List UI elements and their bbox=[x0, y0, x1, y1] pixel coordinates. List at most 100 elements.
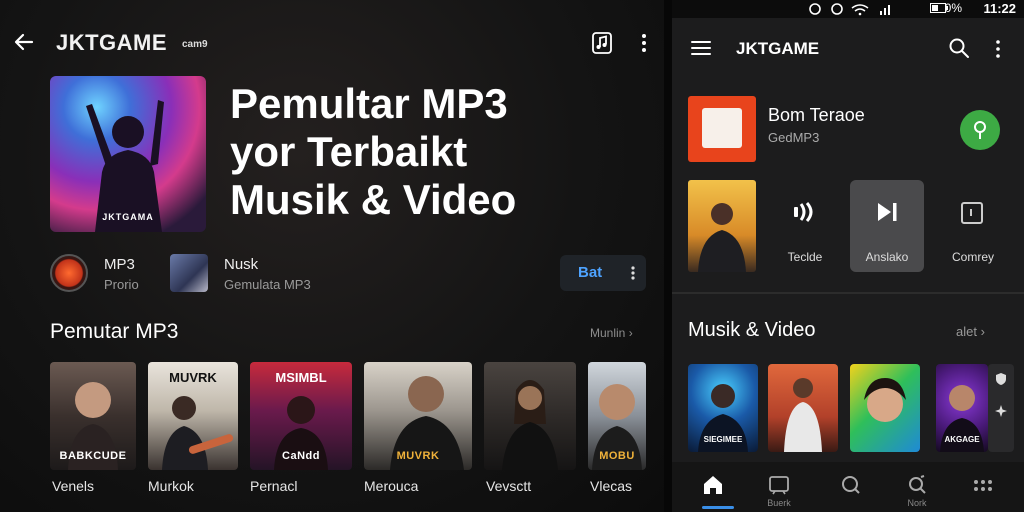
card-label-1[interactable]: Venels bbox=[52, 478, 94, 494]
album-card-3[interactable]: MSIMBL CaNdd bbox=[250, 362, 352, 470]
side-action-rail bbox=[988, 364, 1014, 452]
back-arrow-icon[interactable] bbox=[12, 30, 36, 54]
album-card-3-top-title: MSIMBL bbox=[275, 370, 327, 385]
mp3-source-logo[interactable] bbox=[50, 254, 88, 292]
section-more-link[interactable]: Munlin › bbox=[590, 326, 633, 340]
video-face-icon bbox=[864, 378, 906, 422]
nav-home[interactable] bbox=[678, 462, 748, 512]
album-card-6-title: MOBU bbox=[599, 450, 635, 462]
section-more-label[interactable]: Munlin bbox=[590, 326, 625, 340]
album-card-1[interactable]: BABKCUDE bbox=[50, 362, 136, 470]
home-icon bbox=[704, 476, 722, 494]
mic-button[interactable] bbox=[960, 110, 1000, 150]
source-label-music[interactable]: Nusk bbox=[224, 256, 258, 273]
album-card-2[interactable]: MUVRK bbox=[148, 362, 238, 470]
album-card-6[interactable]: MOBU bbox=[588, 362, 646, 470]
card-label-2[interactable]: Murkok bbox=[148, 478, 194, 494]
video-card-2[interactable] bbox=[768, 364, 838, 452]
sparkle-icon[interactable] bbox=[994, 404, 1008, 418]
album-person-icon bbox=[698, 203, 746, 272]
shield-icon[interactable] bbox=[994, 372, 1008, 386]
bottom-nav: Buerk Nork bbox=[672, 462, 1024, 512]
nav-active-indicator bbox=[702, 506, 734, 509]
source-label-mp3[interactable]: MP3 bbox=[104, 256, 135, 273]
source-sub-mp3: Prorio bbox=[104, 277, 139, 292]
search-icon[interactable] bbox=[948, 37, 970, 59]
hero-title-line-2: yor Terbaikt bbox=[230, 128, 468, 175]
more-grid-icon bbox=[974, 480, 992, 491]
now-playing-cover[interactable] bbox=[688, 96, 756, 162]
current-album-art[interactable] bbox=[688, 180, 756, 272]
section-title-mp3: Pemutar MP3 bbox=[50, 320, 179, 343]
panel-divider bbox=[664, 0, 672, 512]
mobile-separator bbox=[672, 292, 1024, 294]
app-subtitle: cam9 bbox=[182, 39, 208, 50]
nav-library-label: Buerk bbox=[767, 498, 791, 508]
album-card-4-title: MUVRK bbox=[396, 450, 440, 462]
video-card-1-title: SIEGIMEE bbox=[703, 435, 743, 444]
card-label-3[interactable]: Pernacl bbox=[250, 478, 297, 494]
hamburger-menu-icon[interactable] bbox=[690, 39, 712, 57]
video-card-3[interactable] bbox=[850, 364, 920, 452]
hero-album-art[interactable]: JKTGAMA bbox=[50, 76, 206, 232]
hero-art-caption: JKTGAMA bbox=[102, 212, 154, 222]
card-label-6[interactable]: Vlecas bbox=[590, 478, 632, 494]
more-vert-icon[interactable] bbox=[990, 38, 1006, 60]
nav-discover-label: Nork bbox=[907, 498, 927, 508]
control-waves-label: Teclde bbox=[787, 250, 823, 264]
album-card-2-title: MUVRK bbox=[169, 370, 217, 385]
mobile-section-title: Musik & Video bbox=[688, 319, 816, 341]
album-card-1-title: BABKCUDE bbox=[59, 450, 127, 462]
skip-next-icon bbox=[878, 203, 897, 221]
video-card-1[interactable]: SIEGIMEE bbox=[688, 364, 758, 452]
library-icon bbox=[769, 476, 789, 495]
hero-title-line-3: Musik & Video bbox=[230, 176, 517, 223]
now-playing-subtitle: GedMP3 bbox=[768, 130, 820, 145]
hero-title: Pemultar MP3 yor Terbaikt Musik & Video bbox=[230, 80, 650, 224]
hero-title-line-1: Pemultar MP3 bbox=[230, 80, 508, 127]
battery-icon bbox=[930, 3, 948, 13]
square-stop-icon bbox=[961, 202, 983, 224]
clock: 11:22 bbox=[983, 1, 1016, 16]
more-vert-icon[interactable] bbox=[632, 30, 656, 56]
pill-more-icon[interactable] bbox=[626, 265, 640, 281]
desktop-panel: JKTGAME cam9 JKTGAMA Pemultar MP3 yor Te… bbox=[0, 0, 664, 512]
mic-icon bbox=[974, 121, 986, 139]
discover-icon bbox=[909, 475, 926, 494]
video-person-icon bbox=[784, 378, 822, 452]
nav-search[interactable] bbox=[816, 462, 886, 512]
action-pill[interactable]: Bat bbox=[560, 255, 646, 291]
mobile-section-more[interactable]: alet › bbox=[956, 324, 985, 339]
now-playing-title[interactable]: Bom Teraoe bbox=[768, 105, 865, 126]
source-sub-music: Gemulata MP3 bbox=[224, 277, 311, 292]
app-title: JKTGAME bbox=[56, 30, 168, 55]
mobile-panel: 0% 11:22 JKTGAME Bom Teraoe GedMP3 Tecld… bbox=[672, 0, 1024, 512]
nav-more[interactable] bbox=[948, 462, 1018, 512]
sound-waves-icon bbox=[794, 202, 813, 222]
status-icons bbox=[809, 3, 890, 16]
control-skip[interactable]: Anslako bbox=[850, 180, 924, 272]
control-waves[interactable]: Teclde bbox=[768, 180, 842, 272]
control-skip-label: Anslako bbox=[865, 250, 909, 264]
status-bar: 0% 11:22 bbox=[672, 0, 1024, 18]
card-label-5[interactable]: Vevsctt bbox=[486, 478, 531, 494]
cover-art-inner bbox=[702, 108, 742, 148]
album-card-4[interactable]: MUVRK bbox=[364, 362, 472, 470]
guitar-player-icon bbox=[502, 380, 558, 470]
mobile-app-title: JKTGAME bbox=[736, 39, 820, 58]
music-source-thumbnail[interactable] bbox=[170, 254, 208, 292]
video-card-4[interactable]: AKGAGE bbox=[936, 364, 988, 452]
search-icon bbox=[842, 476, 860, 494]
album-card-3-title: CaNdd bbox=[282, 450, 320, 462]
action-pill-label[interactable]: Bat bbox=[578, 264, 602, 281]
control-square[interactable]: Comrey bbox=[936, 180, 1010, 272]
album-card-5[interactable] bbox=[484, 362, 576, 470]
card-label-4[interactable]: Merouca bbox=[364, 478, 418, 494]
music-note-icon[interactable] bbox=[590, 30, 614, 56]
nav-library[interactable]: Buerk bbox=[744, 462, 814, 512]
video-card-4-title: AKGAGE bbox=[944, 435, 980, 444]
performer-silhouette-icon bbox=[86, 100, 164, 232]
nav-discover[interactable]: Nork bbox=[882, 462, 952, 512]
mobile-top-bar: JKTGAME bbox=[672, 18, 1024, 80]
mobile-section-more-label[interactable]: alet bbox=[956, 324, 977, 339]
